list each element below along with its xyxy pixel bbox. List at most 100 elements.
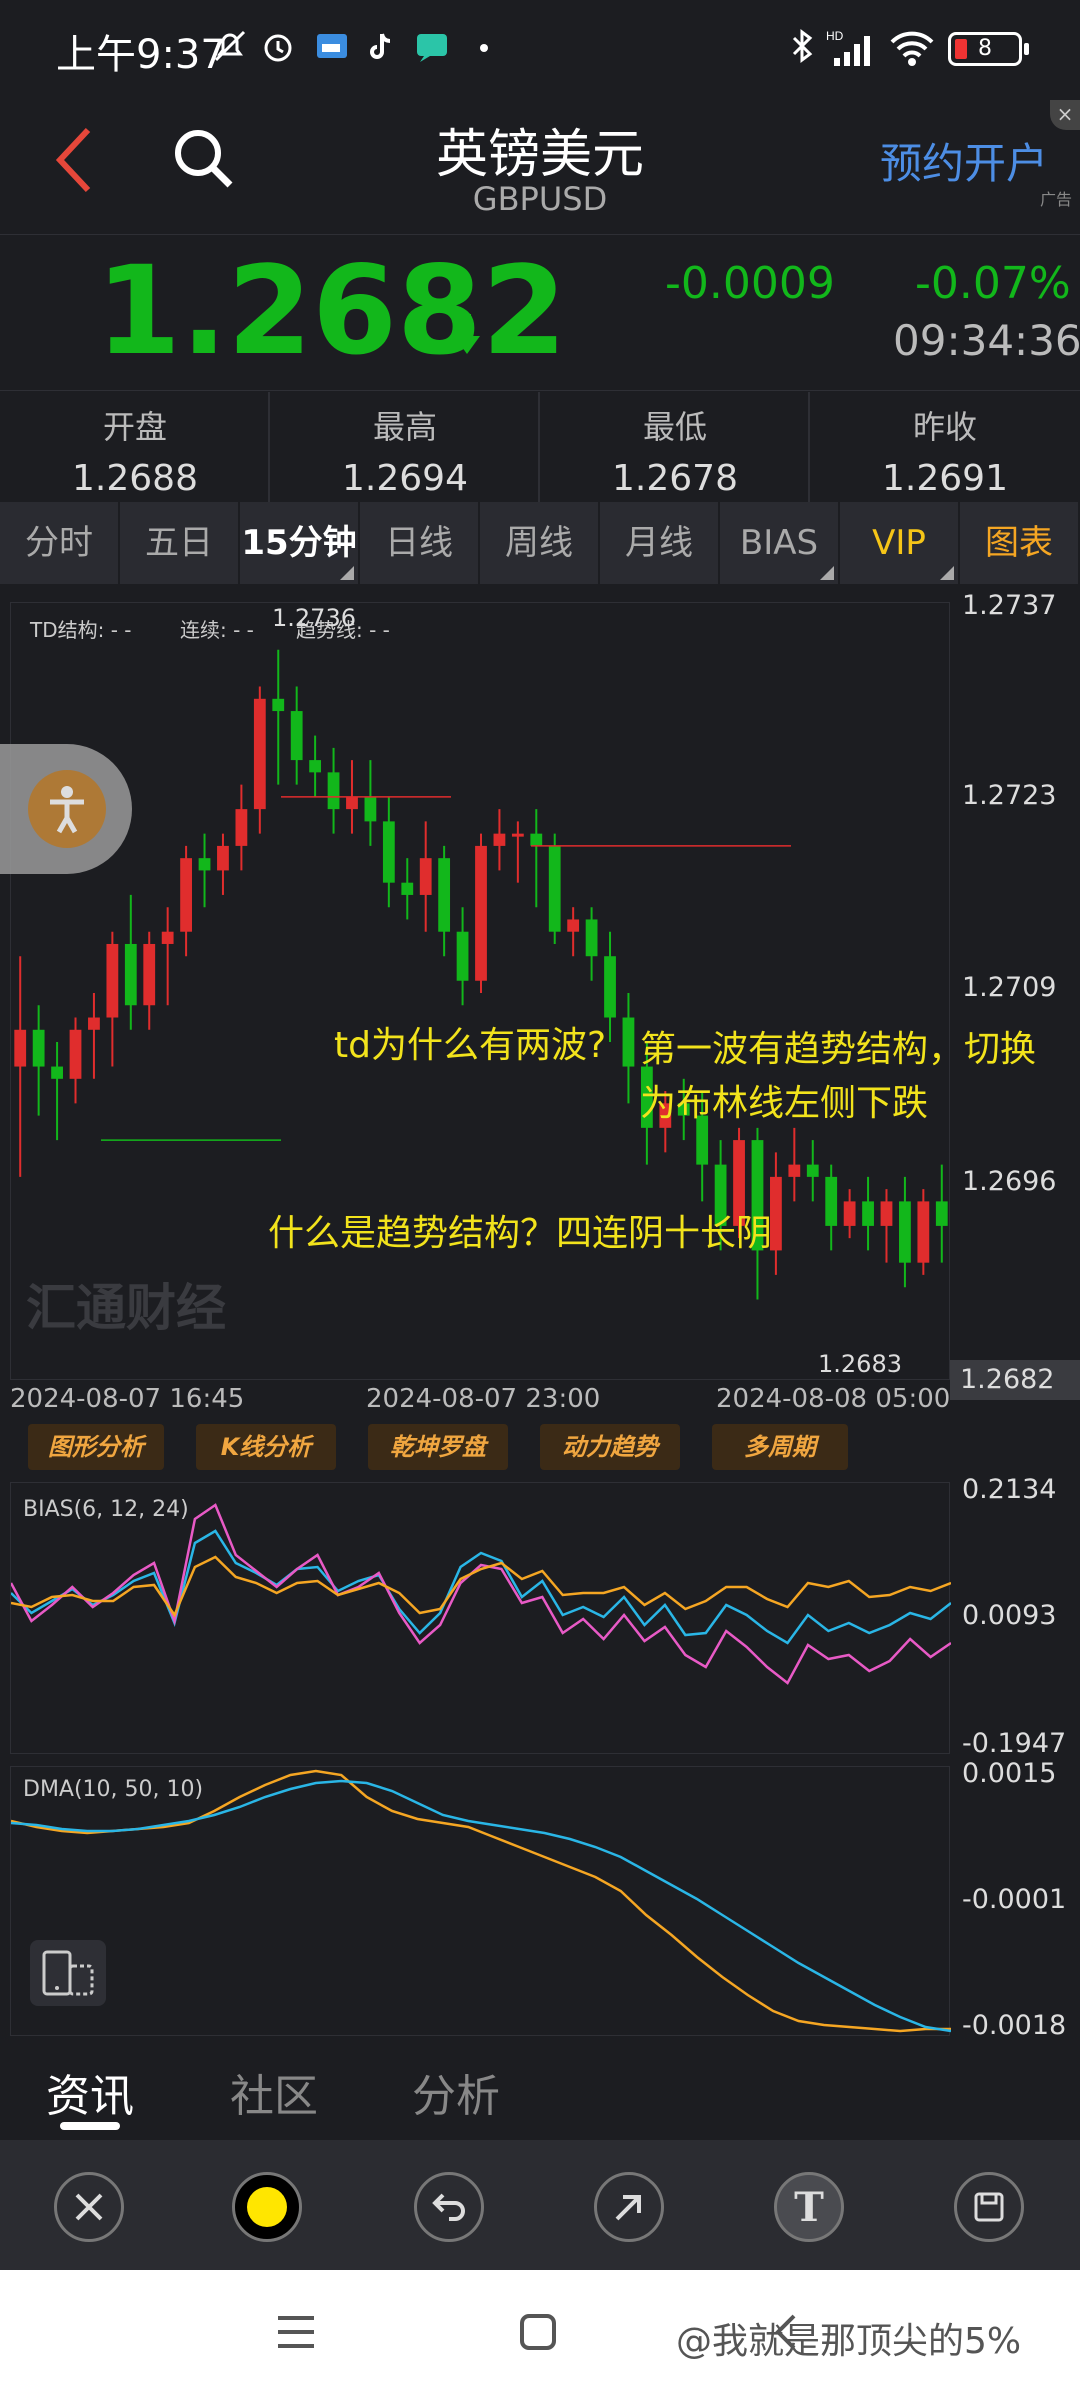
candle-body [327, 772, 340, 810]
candle-body [935, 1201, 948, 1226]
tab-bias[interactable]: BIAS [720, 502, 840, 584]
ad-close-button[interactable]: × [1050, 100, 1080, 130]
tab-15min[interactable]: 15分钟 [240, 502, 360, 584]
bluetooth-icon [792, 29, 813, 63]
candle-body [567, 919, 580, 932]
y-tick: 0.0093 [962, 1600, 1057, 1631]
save-drawing-button[interactable] [954, 2172, 1024, 2242]
annotation-note: 为布林线左侧下跌 [640, 1083, 929, 1124]
x-tick: 2024-08-08 05:00 [716, 1384, 951, 1414]
menu-icon[interactable] [274, 2312, 318, 2352]
gallery-icon [317, 34, 347, 58]
candle-body [290, 711, 303, 761]
tab-five-day[interactable]: 五日 [120, 502, 240, 584]
kline-analysis-button[interactable]: K线分析 [196, 1424, 336, 1470]
tab-news[interactable]: 资讯 [46, 2060, 134, 2124]
text-tool-button[interactable]: T [774, 2172, 844, 2242]
price-change-percent: -0.07% [915, 258, 1071, 309]
annotation-note: 第一波有趋势结构，切换 [640, 1029, 1037, 1070]
color-picker-button[interactable] [232, 2172, 302, 2242]
y-tick: 1.2723 [962, 780, 1057, 811]
td-structure-label: TD结构: - - [30, 618, 132, 642]
bias-label: BIAS(6, 12, 24) [23, 1497, 189, 1522]
y-tick: 1.2709 [962, 972, 1057, 1003]
low-mark: 1.2683 [818, 1350, 902, 1378]
mute-icon [214, 30, 246, 62]
back-icon[interactable] [50, 120, 100, 200]
search-icon[interactable] [170, 125, 236, 191]
close-drawing-button[interactable] [54, 2172, 124, 2242]
candle-body [493, 833, 506, 846]
candle-body [198, 858, 211, 871]
stat-prev-close: 昨收 1.2691 [810, 392, 1080, 502]
candle-body [217, 845, 229, 871]
candle-body [235, 809, 248, 846]
open-account-link[interactable]: 预约开户 [880, 130, 1048, 191]
tab-weekly[interactable]: 周线 [480, 502, 600, 584]
divider [0, 390, 1080, 391]
tab-vip[interactable]: VIP [840, 502, 960, 584]
arrow-icon [615, 2195, 641, 2221]
candle-body [32, 1029, 45, 1067]
drawing-toolbar [0, 2140, 1080, 2270]
candle-body [419, 858, 432, 895]
stat-high: 最高 1.2694 [270, 392, 540, 502]
pattern-analysis-button[interactable]: 图形分析 [28, 1424, 164, 1470]
quote-time: 09:34:36 [893, 316, 1080, 365]
tab-label: 15分钟 [241, 523, 357, 563]
tab-analysis[interactable]: 分析 [412, 2060, 500, 2124]
compass-button[interactable]: 乾坤罗盘 [368, 1424, 508, 1470]
dropdown-corner-icon [340, 566, 354, 580]
candle-body [14, 1029, 27, 1067]
candle-body [880, 1201, 893, 1226]
multi-period-button[interactable]: 多周期 [712, 1424, 848, 1470]
x-tick: 2024-08-07 23:00 [366, 1384, 601, 1414]
home-icon[interactable] [518, 2312, 558, 2352]
candle-body [364, 796, 377, 822]
bias-indicator-panel[interactable]: BIAS(6, 12, 24) [9, 1482, 952, 1754]
stat-label: 昨收 [912, 408, 977, 446]
tab-label: VIP [872, 523, 926, 563]
undo-button[interactable] [414, 2172, 484, 2242]
candlestick-chart[interactable] [10, 602, 950, 1380]
y-tick: -0.0001 [962, 1884, 1067, 1915]
candle-body [825, 1176, 838, 1226]
candle-body [346, 796, 358, 810]
momentum-trend-button[interactable]: 动力趋势 [540, 1424, 680, 1470]
tab-charts[interactable]: 图表 [960, 502, 1080, 584]
last-price-tag: 1.2682 [950, 1360, 1080, 1400]
undo-icon [432, 2193, 465, 2221]
battery-icon: 8 [948, 32, 1029, 66]
dropdown-corner-icon [940, 566, 954, 580]
dma-indicator-panel[interactable]: DMA(10, 50, 10) [10, 1766, 952, 2036]
accessibility-icon [28, 770, 106, 848]
candle-body [917, 1201, 930, 1263]
stat-value: 1.2678 [612, 458, 738, 499]
candle-body [511, 833, 524, 837]
down-arrow-icon [454, 314, 480, 354]
candle-body [88, 1017, 100, 1030]
arrow-tool-button[interactable] [594, 2172, 664, 2242]
candle-body [106, 943, 119, 1018]
credit-watermark: @我就是那顶尖的5% [676, 2321, 1022, 2362]
candle-body [180, 858, 192, 932]
dma-label: DMA(10, 50, 10) [23, 1777, 204, 1802]
candle-body [456, 931, 469, 981]
stat-value: 1.2691 [882, 458, 1008, 499]
tab-monthly[interactable]: 月线 [600, 502, 720, 584]
tab-intraday[interactable]: 分时 [0, 502, 120, 584]
signal-icon: HD [826, 29, 870, 66]
stat-label: 开盘 [102, 408, 167, 446]
rotate-screen-button[interactable] [30, 1940, 106, 2006]
td-consecutive-label: 连续: - - [180, 618, 254, 642]
annotation-note: td为什么有两波? [334, 1025, 607, 1066]
candle-body [548, 845, 561, 932]
candle-body [438, 858, 451, 932]
accessibility-float-button[interactable] [0, 744, 132, 874]
tab-community[interactable]: 社区 [230, 2060, 318, 2124]
candle-body [382, 821, 395, 883]
stat-label: 最低 [642, 408, 707, 446]
tab-daily[interactable]: 日线 [360, 502, 480, 584]
candle-body [604, 956, 616, 1018]
price-change: -0.0009 [665, 258, 835, 309]
